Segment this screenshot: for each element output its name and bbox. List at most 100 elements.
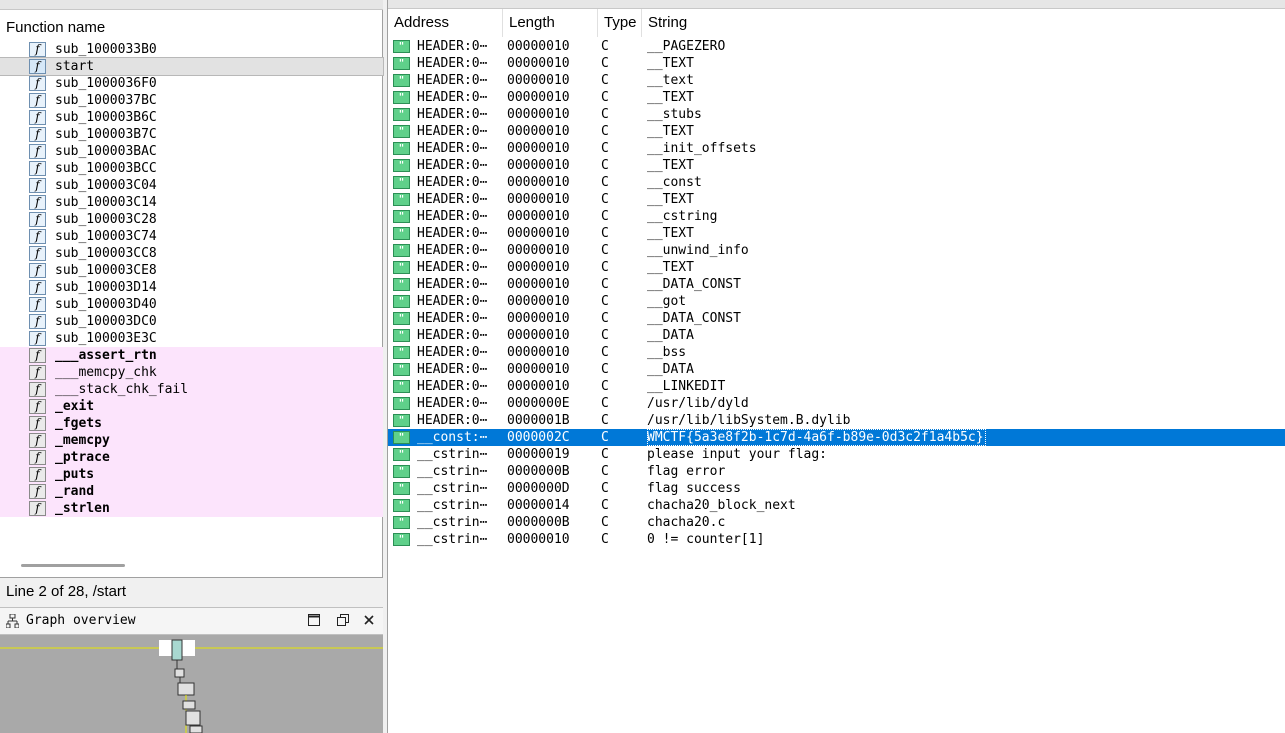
string-table-row[interactable]: " __cstrin⋯ 0000000D Cflag success [388,480,1285,497]
string-table-row[interactable]: " __cstrin⋯ 0000000B Cchacha20.c [388,514,1285,531]
string-table-row[interactable]: " HEADER:0⋯ 0000001B C/usr/lib/libSystem.B.… [388,412,1285,429]
string-address: HEADER:0⋯ [417,226,488,241]
function-list-item[interactable]: f _strlen [0,500,383,517]
function-list-item[interactable]: f _rand [0,483,383,500]
string-table-row[interactable]: " HEADER:0⋯ 00000010 C __DATA [388,361,1285,378]
function-icon: f [29,93,46,108]
string-type: C [601,226,609,241]
column-header-length[interactable]: Length [503,9,598,37]
string-table-row[interactable]: " HEADER:0⋯ 00000010 C __PAGEZERO [388,38,1285,55]
string-table-row[interactable]: " HEADER:0⋯ 00000010 C __cstring [388,208,1285,225]
string-table-row[interactable]: " HEADER:0⋯ 00000010 C __DATA_CONST [388,310,1285,327]
string-address: HEADER:0⋯ [417,396,488,411]
function-list-item[interactable]: f _memcpy [0,432,383,449]
function-name: _ptrace [55,450,110,465]
string-table-row[interactable]: " __cstrin⋯ 0000000B Cflag error [388,463,1285,480]
function-list-item[interactable]: f sub_100003C14 [0,194,383,211]
close-icon[interactable] [361,613,377,629]
string-type: C [601,515,609,530]
function-list-item[interactable]: f sub_100003D40 [0,296,383,313]
strings-panel-tabstrip [388,0,1285,9]
string-icon: " [393,57,410,70]
string-value: 0 != counter[1] [647,532,765,547]
string-table-row[interactable]: " HEADER:0⋯ 00000010 C __DATA_CONST [388,276,1285,293]
string-table-row[interactable]: " HEADER:0⋯ 00000010 C __DATA [388,327,1285,344]
string-table-row[interactable]: " HEADER:0⋯ 00000010 C __TEXT [388,259,1285,276]
string-icon: " [393,363,410,376]
string-icon: " [393,516,410,529]
string-length: 00000010 [507,107,570,122]
string-table-row[interactable]: " HEADER:0⋯ 00000010 C __TEXT [388,157,1285,174]
string-table-row[interactable]: " HEADER:0⋯ 00000010 C __TEXT [388,191,1285,208]
maximize-icon[interactable] [306,613,322,629]
function-list-item[interactable]: f sub_100003B7C [0,126,383,143]
function-list-item[interactable]: f sub_100003DC0 [0,313,383,330]
string-table-row[interactable]: " HEADER:0⋯ 00000010 C __TEXT [388,55,1285,72]
function-list-item[interactable]: f start [0,57,384,76]
function-list-item[interactable]: f _ptrace [0,449,383,466]
string-table-row[interactable]: " HEADER:0⋯ 00000010 C __const [388,174,1285,191]
string-table-row[interactable]: " HEADER:0⋯ 00000010 C __stubs [388,106,1285,123]
string-address: HEADER:0⋯ [417,107,488,122]
function-name: _fgets [55,416,102,431]
function-list-item[interactable]: f sub_100003C28 [0,211,383,228]
function-list-item[interactable]: f ___assert_rtn [0,347,383,364]
string-type: C [601,39,609,54]
function-list-item[interactable]: f sub_100003C74 [0,228,383,245]
string-table-row[interactable]: " HEADER:0⋯ 00000010 C __TEXT [388,89,1285,106]
string-value: __TEXT [647,226,694,241]
function-list-item[interactable]: f sub_100003D14 [0,279,383,296]
function-list-item[interactable]: f _exit [0,398,383,415]
string-table-row[interactable]: " __const:⋯ 0000002C C WMCTF{5a3e8f2b-1c7d-4… [388,429,1285,446]
string-address: __cstrin⋯ [417,515,488,530]
string-table-row[interactable]: " __cstrin⋯ 00000014 Cchacha20_block_next [388,497,1285,514]
string-table-row[interactable]: " HEADER:0⋯ 0000000E C/usr/lib/dyld [388,395,1285,412]
function-list-item[interactable]: f sub_1000037BC [0,92,383,109]
string-value: __LINKEDIT [647,379,726,394]
functions-panel-tabstrip [0,0,383,10]
function-icon: f [29,229,46,244]
string-value: __DATA_CONST [647,311,741,326]
function-icon: f [29,450,46,465]
function-list-item[interactable]: f sub_1000036F0 [0,75,383,92]
function-name: _exit [55,399,95,414]
string-table-row[interactable]: " __cstrin⋯ 00000010 C 0 != counter[1] [388,531,1285,548]
string-table-row[interactable]: " HEADER:0⋯ 00000010 C __got [388,293,1285,310]
function-list-item[interactable]: f ___memcpy_chk [0,364,383,381]
string-address: __cstrin⋯ [417,481,488,496]
string-length: 00000010 [507,277,570,292]
function-name-column-header[interactable]: Function name [6,19,105,36]
function-list-item[interactable]: f ___stack_chk_fail [0,381,383,398]
function-name: sub_1000036F0 [55,76,157,91]
horizontal-scrollbar[interactable] [21,564,125,567]
string-table-row[interactable]: " HEADER:0⋯ 00000010 C __unwind_info [388,242,1285,259]
string-value: __text [647,73,694,88]
string-table-row[interactable]: " HEADER:0⋯ 00000010 C __text [388,72,1285,89]
string-table-row[interactable]: " HEADER:0⋯ 00000010 C __TEXT [388,123,1285,140]
string-address: HEADER:0⋯ [417,56,488,71]
function-list-item[interactable]: f sub_100003BCC [0,160,383,177]
string-table-row[interactable]: " __cstrin⋯ 00000019 Cplease input your fla… [388,446,1285,463]
string-table-row[interactable]: " HEADER:0⋯ 00000010 C __bss [388,344,1285,361]
function-list-item[interactable]: f sub_100003CC8 [0,245,383,262]
function-list: f sub_1000033B0 f start f sub_1000036F0 f sub_1… [0,41,384,517]
function-list-item[interactable]: f _puts [0,466,383,483]
function-list-item[interactable]: f sub_100003B6C [0,109,383,126]
function-list-item[interactable]: f sub_1000033B0 [0,41,383,58]
function-list-item[interactable]: f sub_100003CE8 [0,262,383,279]
string-table-row[interactable]: " HEADER:0⋯ 00000010 C __LINKEDIT [388,378,1285,395]
function-list-item[interactable]: f sub_100003C04 [0,177,383,194]
column-header-string[interactable]: String [642,9,1285,37]
strings-panel: Address Length Type String " HEADER:0⋯ 000… [387,0,1285,733]
function-name: sub_1000033B0 [55,42,157,57]
restore-icon[interactable] [335,613,351,629]
function-list-item[interactable]: f sub_100003E3C [0,330,383,347]
string-table-row[interactable]: " HEADER:0⋯ 00000010 C __TEXT [388,225,1285,242]
column-header-type[interactable]: Type [598,9,642,37]
column-header-address[interactable]: Address [388,9,503,37]
string-length: 00000010 [507,141,570,156]
graph-overview-canvas[interactable] [0,635,383,733]
function-list-item[interactable]: f _fgets [0,415,383,432]
function-list-item[interactable]: f sub_100003BAC [0,143,383,160]
string-table-row[interactable]: " HEADER:0⋯ 00000010 C __init_offsets [388,140,1285,157]
